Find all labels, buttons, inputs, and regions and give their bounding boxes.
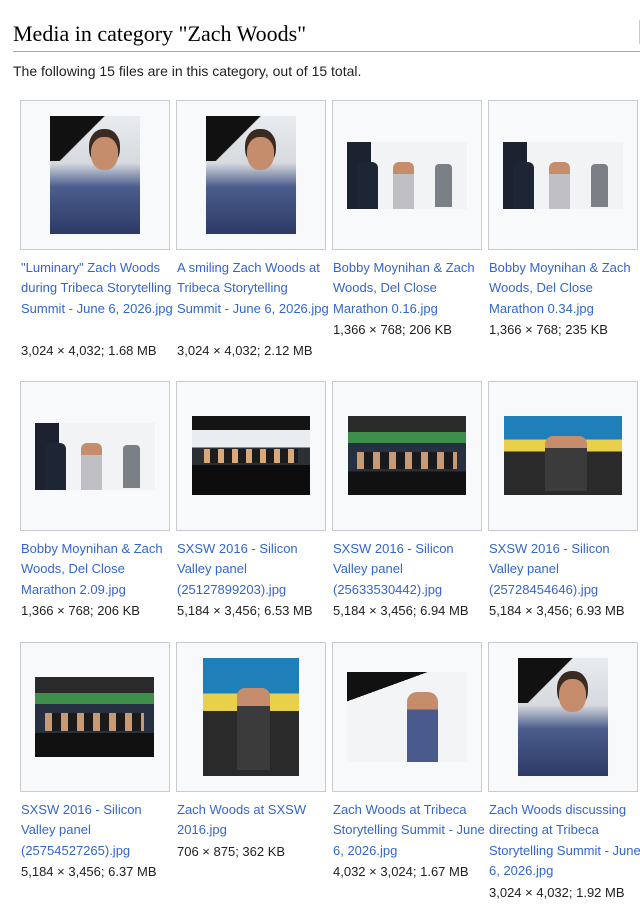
photo-image xyxy=(504,416,622,495)
file-dimensions: 5,184 × 3,456; 6.94 MB xyxy=(333,603,469,618)
photo-image xyxy=(206,116,296,234)
file-link[interactable]: Zach Woods discussing directing at Tribe… xyxy=(489,800,640,881)
file-link[interactable]: Zach Woods at Tribeca Storytelling Summi… xyxy=(333,800,489,861)
file-dimensions: 1,366 × 768; 206 KB xyxy=(333,322,452,337)
photo-image xyxy=(203,658,299,776)
photo-image xyxy=(192,416,310,495)
file-dimensions: 1,366 × 768; 206 KB xyxy=(21,603,140,618)
file-link[interactable]: A smiling Zach Woods at Tribeca Storytel… xyxy=(177,258,333,319)
file-thumbnail[interactable] xyxy=(332,100,482,250)
file-dimensions: 5,184 × 3,456; 6.37 MB xyxy=(21,864,157,879)
category-summary: The following 15 files are in this categ… xyxy=(13,63,362,79)
file-thumbnail[interactable] xyxy=(176,381,326,531)
page-title-text: Media in category "Zach Woods" xyxy=(13,21,307,46)
file-link[interactable]: Bobby Moynihan & Zach Woods, Del Close M… xyxy=(489,258,640,319)
file-link[interactable]: Bobby Moynihan & Zach Woods, Del Close M… xyxy=(21,539,177,600)
photo-image xyxy=(518,658,608,776)
file-link[interactable]: SXSW 2016 - Silicon Valley panel (256335… xyxy=(333,539,489,600)
photo-image xyxy=(347,142,467,209)
file-dimensions: 3,024 × 4,032; 2.12 MB xyxy=(177,343,313,358)
file-thumbnail[interactable] xyxy=(20,381,170,531)
file-thumbnail[interactable] xyxy=(488,100,638,250)
photo-image xyxy=(347,672,467,762)
file-link[interactable]: Zach Woods at SXSW 2016.jpg xyxy=(177,800,333,841)
file-thumbnail[interactable] xyxy=(488,642,638,792)
file-link[interactable]: SXSW 2016 - Silicon Valley panel (257545… xyxy=(21,800,177,861)
file-thumbnail[interactable] xyxy=(332,642,482,792)
file-thumbnail[interactable] xyxy=(332,381,482,531)
file-dimensions: 5,184 × 3,456; 6.93 MB xyxy=(489,603,625,618)
file-thumbnail[interactable] xyxy=(176,642,326,792)
photo-image xyxy=(503,142,623,209)
file-thumbnail[interactable] xyxy=(176,100,326,250)
file-dimensions: 1,366 × 768; 235 KB xyxy=(489,322,608,337)
file-link[interactable]: SXSW 2016 - Silicon Valley panel (251278… xyxy=(177,539,333,600)
photo-image xyxy=(35,423,155,490)
file-dimensions: 4,032 × 3,024; 1.67 MB xyxy=(333,864,469,879)
file-dimensions: 3,024 × 4,032; 1.68 MB xyxy=(21,343,157,358)
file-link[interactable]: SXSW 2016 - Silicon Valley panel (257284… xyxy=(489,539,640,600)
file-link[interactable]: "Luminary" Zach Woods during Tribeca Sto… xyxy=(21,258,177,319)
file-thumbnail[interactable] xyxy=(20,100,170,250)
page-title: Media in category "Zach Woods" xyxy=(13,20,640,52)
photo-image xyxy=(35,677,154,757)
photo-image xyxy=(348,416,466,495)
file-dimensions: 5,184 × 3,456; 6.53 MB xyxy=(177,603,313,618)
photo-image xyxy=(50,116,140,234)
file-dimensions: 706 × 875; 362 KB xyxy=(177,844,286,859)
file-thumbnail[interactable] xyxy=(20,642,170,792)
file-dimensions: 3,024 × 4,032; 1.92 MB xyxy=(489,885,625,900)
file-link[interactable]: Bobby Moynihan & Zach Woods, Del Close M… xyxy=(333,258,489,319)
file-thumbnail[interactable] xyxy=(488,381,638,531)
